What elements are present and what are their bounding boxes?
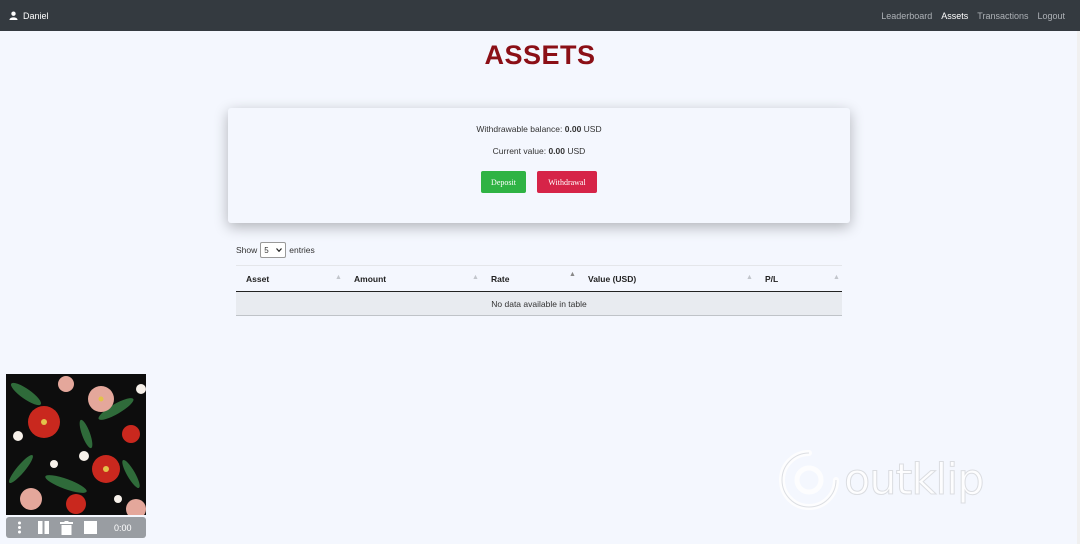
withdrawable-label: Withdrawable balance: (476, 124, 563, 134)
player-controls: 0:00 (6, 517, 146, 538)
current-value: Current value: 0.00 USD (228, 146, 850, 156)
empty-message: No data available in table (491, 298, 587, 309)
sort-icon[interactable]: ▲ (569, 271, 576, 278)
select-chevron-icon (276, 248, 283, 252)
show-label: Show (236, 245, 258, 255)
video-preview[interactable] (6, 374, 146, 515)
menu-dots-icon[interactable] (17, 521, 22, 534)
current-value-label: Current value: (492, 146, 547, 156)
trash-icon[interactable] (60, 521, 73, 535)
withdrawable-balance: Withdrawable balance: 0.00 USD (228, 124, 850, 134)
watermark-text: outklip (844, 455, 986, 506)
user-menu[interactable]: Daniel (0, 11, 49, 21)
entries-select-value: 5 (264, 245, 269, 255)
column-header-asset[interactable]: Asset (246, 274, 269, 284)
user-icon (9, 11, 18, 20)
table-empty-row: No data available in table (236, 292, 842, 316)
withdrawal-button[interactable]: Withdrawal (537, 171, 597, 193)
sort-icon[interactable]: ▲ (746, 274, 753, 281)
nav-link-leaderboard[interactable]: Leaderboard (881, 11, 932, 21)
floral-pattern-image (6, 374, 146, 515)
top-navbar: Daniel Leaderboard Assets Transactions L… (0, 0, 1080, 31)
page-title: ASSETS (484, 40, 596, 70)
nav-link-logout[interactable]: Logout (1037, 11, 1065, 21)
nav-link-assets[interactable]: Assets (941, 11, 968, 21)
entries-label: entries (289, 245, 315, 255)
entries-select[interactable]: 5 (260, 242, 287, 258)
sort-icon[interactable]: ▲ (472, 274, 479, 281)
withdrawable-value: 0.00 (564, 124, 582, 134)
deposit-button[interactable]: Deposit (481, 171, 526, 193)
sort-icon[interactable]: ▲ (335, 274, 342, 281)
nav-links: Leaderboard Assets Transactions Logout (872, 11, 1080, 21)
column-header-rate[interactable]: Rate (491, 274, 509, 284)
pause-icon[interactable] (37, 521, 50, 534)
user-name: Daniel (23, 10, 49, 21)
balance-card: Withdrawable balance: 0.00 USD Current v… (228, 108, 850, 223)
stop-icon[interactable] (84, 521, 97, 534)
nav-link-transactions[interactable]: Transactions (977, 11, 1028, 21)
column-header-amount[interactable]: Amount (354, 274, 386, 284)
column-header-value[interactable]: Value (USD) (588, 274, 636, 284)
player-time: 0:00 (114, 523, 132, 533)
entries-length-control: Show 5 entries (236, 242, 315, 258)
withdrawable-unit: USD (583, 124, 602, 134)
current-value-unit: USD (567, 146, 586, 156)
column-header-pl[interactable]: P/L (765, 274, 778, 284)
table-header: Asset ▲ Amount ▲ Rate ▲ Value (USD) ▲ P/… (236, 265, 842, 292)
current-value-amount: 0.00 (548, 146, 565, 156)
outklip-logo-icon (779, 450, 839, 510)
outklip-watermark: outklip (778, 449, 986, 511)
sort-icon[interactable]: ▲ (833, 274, 840, 281)
assets-table: Asset ▲ Amount ▲ Rate ▲ Value (USD) ▲ P/… (236, 265, 842, 316)
